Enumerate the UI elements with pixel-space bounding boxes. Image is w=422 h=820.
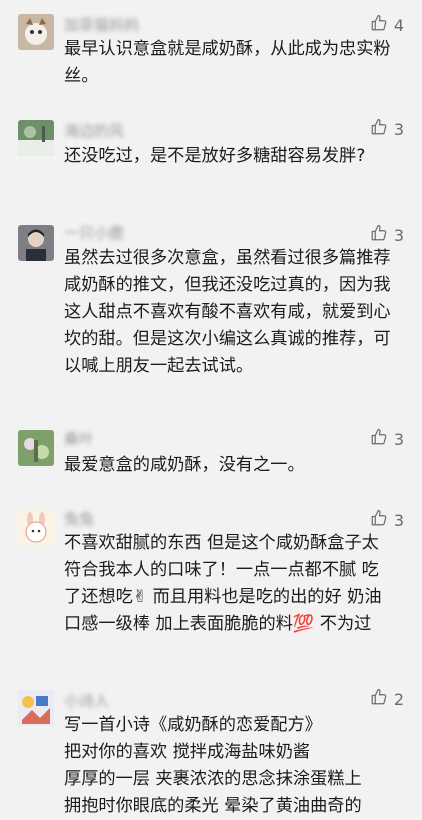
like-button[interactable]: 3	[370, 509, 404, 531]
comment-text: 最早认识意盒就是咸奶酥，从此成为忠实粉丝。	[64, 39, 391, 86]
like-button[interactable]: 3	[370, 224, 404, 246]
like-button[interactable]: 2	[370, 688, 404, 710]
avatar[interactable]	[18, 510, 54, 546]
like-button[interactable]: 3	[370, 428, 404, 450]
comment-text: 不喜欢甜腻的东西 但是这个咸奶酥盒子太符合我本人的口味了！一点一点都不腻 吃了还…	[64, 533, 382, 634]
commenter-name[interactable]: 桑叶	[64, 428, 94, 449]
like-count: 3	[393, 119, 404, 139]
comment-text: 写一首小诗《咸奶酥的恋爱配方》 把对你的喜欢 搅拌成海盐味奶酱 厚厚的一层 夹裹…	[64, 715, 362, 816]
commenter-name[interactable]: 兔兔	[64, 508, 94, 529]
avatar[interactable]	[18, 120, 54, 156]
like-count: 2	[393, 689, 404, 709]
thumbs-up-icon	[370, 509, 394, 531]
thumbs-up-icon	[370, 14, 394, 36]
commenter-name[interactable]: 加菲猫妈妈	[64, 14, 139, 35]
thumbs-up-icon	[370, 688, 394, 710]
thumbs-up-icon	[370, 118, 394, 140]
like-count: 3	[393, 429, 404, 449]
like-button[interactable]: 3	[370, 118, 404, 140]
comment-text: 虽然去过很多次意盒，虽然看过很多篇推荐咸奶酥的推文，但我还没吃过真的，因为我这人…	[64, 248, 391, 376]
avatar[interactable]	[18, 690, 54, 726]
avatar[interactable]	[18, 14, 54, 50]
thumbs-up-icon	[370, 428, 394, 450]
comment-text: 还没吃过，是不是放好多糖甜容易发胖?	[64, 146, 366, 166]
like-count: 3	[393, 225, 404, 245]
comment-text: 最爱意盒的咸奶酥，没有之一。	[64, 455, 305, 475]
like-count: 3	[393, 510, 404, 530]
thumbs-up-icon	[370, 224, 394, 246]
like-button[interactable]: 4	[370, 14, 404, 36]
commenter-name[interactable]: 一只小鹿	[64, 222, 124, 243]
like-count: 4	[393, 15, 404, 35]
avatar[interactable]	[18, 430, 54, 466]
commenter-name[interactable]: 海边的风	[64, 120, 124, 141]
commenter-name[interactable]: 小诗人	[64, 690, 109, 711]
avatar[interactable]	[18, 225, 54, 261]
